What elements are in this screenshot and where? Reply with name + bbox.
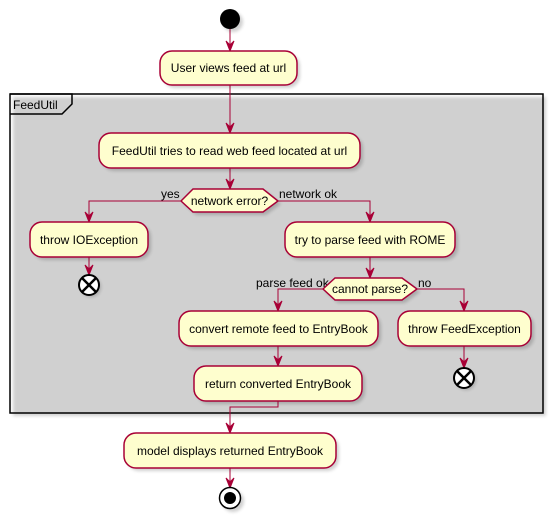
svg-text:throw FeedException: throw FeedException: [408, 322, 521, 336]
activity-return-entrybook: return converted EntryBook: [193, 365, 365, 404]
activity-throw-ioexception: throw IOException: [29, 221, 151, 260]
end-node-io: [78, 274, 101, 297]
edge-label-parse-ok: parse feed ok: [256, 276, 330, 290]
svg-text:network error?: network error?: [191, 194, 269, 208]
edge-label-no: no: [418, 276, 432, 290]
activity-convert-feed: convert remote feed to EntryBook: [178, 310, 381, 349]
svg-text:FeedUtil tries to read web fee: FeedUtil tries to read web feed located …: [112, 144, 347, 158]
svg-text:throw IOException: throw IOException: [40, 233, 138, 247]
activity-user-views-feed: User views feed at url: [159, 50, 300, 88]
svg-text:return converted EntryBook: return converted EntryBook: [205, 377, 352, 391]
end-node-feed: [453, 367, 476, 390]
activity-model-displays: model displays returned EntryBook: [123, 432, 339, 471]
edge-label-network-ok: network ok: [279, 187, 338, 201]
svg-text:try to parse feed with ROME: try to parse feed with ROME: [295, 233, 446, 247]
activity-throw-feedexception: throw FeedException: [397, 310, 534, 349]
svg-text:User views feed at url: User views feed at url: [171, 61, 286, 75]
svg-text:cannot parse?: cannot parse?: [332, 282, 408, 296]
activity-diagram: FeedUtil yes network ok parse feed ok no…: [9, 9, 546, 512]
svg-text:model displays returned EntryB: model displays returned EntryBook: [137, 444, 324, 458]
decision-network-error: network error?: [179, 188, 281, 215]
frame-label: FeedUtil: [13, 98, 58, 112]
decision-cannot-parse: cannot parse?: [321, 277, 420, 303]
activity-try-read-feed: FeedUtil tries to read web feed located …: [98, 132, 363, 171]
svg-text:convert remote feed to EntryBo: convert remote feed to EntryBook: [189, 322, 369, 336]
start-node: [220, 9, 243, 32]
activity-try-parse-rome: try to parse feed with ROME: [284, 221, 458, 260]
edge-label-yes: yes: [161, 187, 180, 201]
stop-node: [218, 486, 244, 512]
